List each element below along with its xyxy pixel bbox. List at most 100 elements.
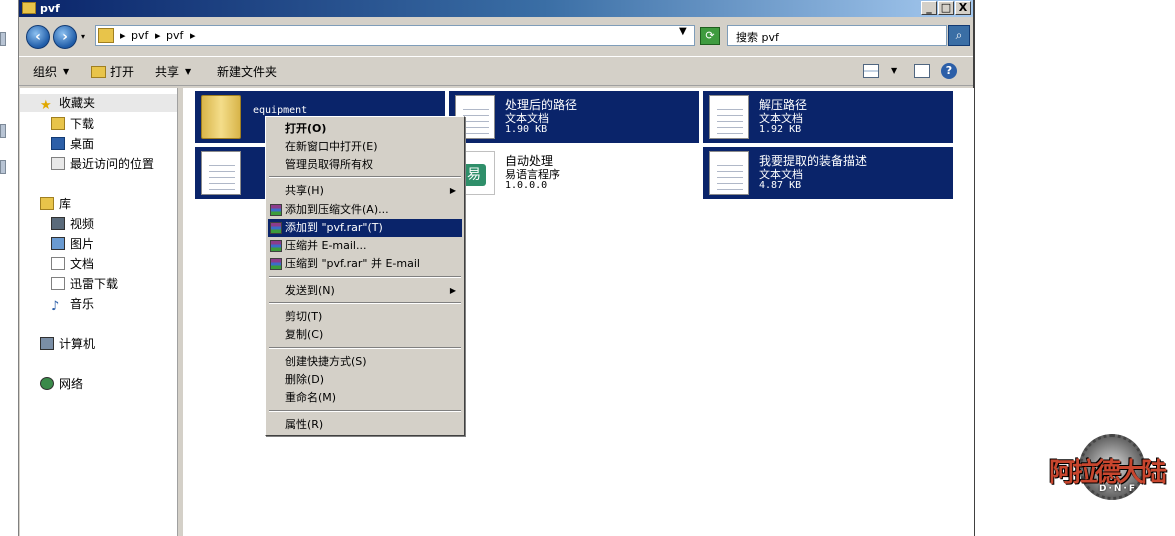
preview-pane-icon[interactable] bbox=[914, 64, 930, 78]
history-dropdown-icon[interactable]: ▾ bbox=[81, 32, 85, 41]
library-icon bbox=[40, 197, 54, 210]
menu-item-open-new-window[interactable]: 在新窗口中打开(E) bbox=[268, 138, 462, 156]
chevron-down-icon[interactable]: ▼ bbox=[891, 66, 897, 75]
refresh-button[interactable]: ⟳ bbox=[700, 27, 720, 45]
share-button[interactable]: 共享 ▼ bbox=[155, 63, 191, 80]
breadcrumb-item[interactable]: pvf bbox=[166, 29, 183, 42]
nav-item-thunder[interactable]: 迅雷下载 bbox=[51, 275, 118, 293]
nav-item-pictures[interactable]: 图片 bbox=[51, 235, 94, 253]
menu-item-properties[interactable]: 属性(R) bbox=[268, 416, 462, 434]
thunder-download-icon bbox=[51, 277, 65, 290]
folder-open-icon bbox=[91, 66, 106, 78]
file-tile[interactable]: 易 自动处理 易语言程序 1.0.0.0 bbox=[449, 147, 699, 199]
chevron-down-icon[interactable]: ▼ bbox=[679, 26, 687, 37]
nav-label: 音乐 bbox=[70, 297, 95, 311]
nav-item-network[interactable]: 网络 bbox=[40, 375, 83, 393]
logo-subtitle: D·N·F bbox=[1099, 484, 1137, 494]
file-tile[interactable]: 解压路径 文本文档 1.92 KB bbox=[703, 91, 953, 143]
menu-item-cut[interactable]: 剪切(T) bbox=[268, 308, 462, 326]
nav-label: 最近访问的位置 bbox=[70, 157, 155, 171]
desktop-icon bbox=[51, 137, 65, 150]
minimize-button[interactable]: _ bbox=[921, 1, 937, 15]
breadcrumb-item[interactable]: pvf bbox=[131, 29, 148, 42]
breadcrumb-separator[interactable]: ▸ bbox=[190, 29, 196, 42]
nav-item-desktop[interactable]: 桌面 bbox=[51, 135, 94, 153]
nav-item-music[interactable]: ♪ 音乐 bbox=[51, 295, 94, 313]
video-icon bbox=[51, 217, 65, 230]
desktop-icon-fragment[interactable] bbox=[0, 160, 6, 174]
file-name: equipment bbox=[253, 105, 308, 116]
nav-label: 迅雷下载 bbox=[70, 277, 119, 291]
nav-label: 收藏夹 bbox=[59, 96, 96, 110]
star-icon: ★ bbox=[40, 98, 52, 113]
menu-item-send-to[interactable]: 发送到(N) ▶ bbox=[268, 282, 462, 300]
music-icon: ♪ bbox=[51, 299, 60, 314]
breadcrumb-separator[interactable]: ▸ bbox=[155, 29, 161, 42]
yi-language-icon: 易 bbox=[462, 164, 486, 186]
menu-item-rename[interactable]: 重命名(M) bbox=[268, 389, 462, 407]
nav-item-computer[interactable]: 计算机 bbox=[40, 335, 95, 353]
winrar-icon bbox=[270, 222, 282, 234]
menu-item-copy[interactable]: 复制(C) bbox=[268, 326, 462, 344]
download-folder-icon bbox=[51, 117, 65, 130]
nav-item-libraries[interactable]: 库 bbox=[40, 195, 71, 213]
maximize-button[interactable]: □ bbox=[938, 1, 954, 15]
menu-separator bbox=[269, 176, 461, 178]
nav-label: 下载 bbox=[70, 117, 95, 131]
text-document-icon bbox=[201, 151, 241, 195]
menu-label: 压缩到 "pvf.rar" 并 E-mail bbox=[285, 257, 420, 270]
desktop-icon-fragment[interactable] bbox=[0, 124, 6, 138]
open-button[interactable]: 打开 bbox=[91, 63, 134, 80]
context-menu: 打开(O) 在新窗口中打开(E) 管理员取得所有权 共享(H) ▶ 添加到压缩文件… bbox=[265, 116, 465, 436]
menu-item-take-ownership[interactable]: 管理员取得所有权 bbox=[268, 156, 462, 174]
title-bar[interactable]: pvf _ □ X bbox=[19, 0, 973, 17]
dnf-logo: 阿拉德大陆 D·N·F bbox=[1045, 432, 1173, 512]
nav-label: 桌面 bbox=[70, 137, 95, 151]
command-bar: 组织 ▼ 打开 共享 ▼ 新建文件夹 ▼ ? bbox=[19, 56, 973, 86]
winrar-icon bbox=[270, 240, 282, 252]
search-icon[interactable]: ⌕ bbox=[948, 25, 970, 46]
menu-item-share[interactable]: 共享(H) ▶ bbox=[268, 182, 462, 200]
nav-label: 网络 bbox=[59, 377, 84, 391]
breadcrumb-separator[interactable]: ▸ bbox=[120, 29, 126, 42]
chevron-right-icon: ▶ bbox=[449, 286, 456, 295]
back-button[interactable]: ‹ bbox=[26, 25, 50, 49]
menu-separator bbox=[269, 276, 461, 278]
help-icon[interactable]: ? bbox=[941, 63, 957, 79]
forward-button[interactable]: › bbox=[53, 25, 77, 49]
menu-item-create-shortcut[interactable]: 创建快捷方式(S) bbox=[268, 353, 462, 371]
menu-item-delete[interactable]: 删除(D) bbox=[268, 371, 462, 389]
nav-item-recent[interactable]: 最近访问的位置 bbox=[51, 155, 154, 173]
nav-item-downloads[interactable]: 下载 bbox=[51, 115, 94, 133]
address-bar[interactable]: ▸ pvf ▸ pvf ▸ bbox=[95, 25, 695, 46]
menu-item-add-archive[interactable]: 添加到压缩文件(A)... bbox=[268, 201, 462, 219]
folder-icon bbox=[201, 95, 241, 139]
winrar-icon bbox=[270, 258, 282, 270]
organize-label: 组织 bbox=[33, 65, 58, 79]
share-label: 共享 bbox=[155, 65, 180, 79]
desktop-icon-fragment[interactable] bbox=[0, 32, 6, 46]
menu-item-add-to-pvf-rar[interactable]: 添加到 "pvf.rar"(T) bbox=[268, 219, 462, 237]
menu-item-compress-pvf-email[interactable]: 压缩到 "pvf.rar" 并 E-mail bbox=[268, 255, 462, 273]
view-options-icon[interactable] bbox=[863, 64, 879, 78]
computer-icon bbox=[40, 337, 54, 350]
menu-label: 添加到 "pvf.rar"(T) bbox=[285, 221, 383, 234]
recent-places-icon bbox=[51, 157, 65, 170]
new-folder-button[interactable]: 新建文件夹 bbox=[217, 63, 277, 80]
file-tile[interactable]: 我要提取的装备描述 文本文档 4.87 KB bbox=[703, 147, 953, 199]
nav-item-videos[interactable]: 视频 bbox=[51, 215, 94, 233]
menu-item-open[interactable]: 打开(O) bbox=[268, 120, 462, 138]
chevron-right-icon: ▶ bbox=[449, 186, 456, 195]
text-document-icon bbox=[709, 151, 749, 195]
nav-item-documents[interactable]: 文档 bbox=[51, 255, 94, 273]
organize-button[interactable]: 组织 ▼ bbox=[33, 63, 69, 80]
nav-label: 图片 bbox=[70, 237, 95, 251]
explorer-window: pvf _ □ X ‹ › ▾ ▸ pvf ▸ pvf ▸ ▼ ⟳ 搜索 pvf… bbox=[18, 0, 975, 536]
file-tile[interactable]: 处理后的路径 文本文档 1.90 KB bbox=[449, 91, 699, 143]
menu-label: 发送到(N) bbox=[285, 284, 335, 297]
nav-label: 计算机 bbox=[59, 337, 96, 351]
close-button[interactable]: X bbox=[955, 1, 971, 15]
nav-item-favorites[interactable]: ★ 收藏夹 bbox=[20, 94, 177, 112]
menu-item-compress-email[interactable]: 压缩并 E-mail... bbox=[268, 237, 462, 255]
search-input[interactable]: 搜索 pvf bbox=[727, 25, 947, 46]
